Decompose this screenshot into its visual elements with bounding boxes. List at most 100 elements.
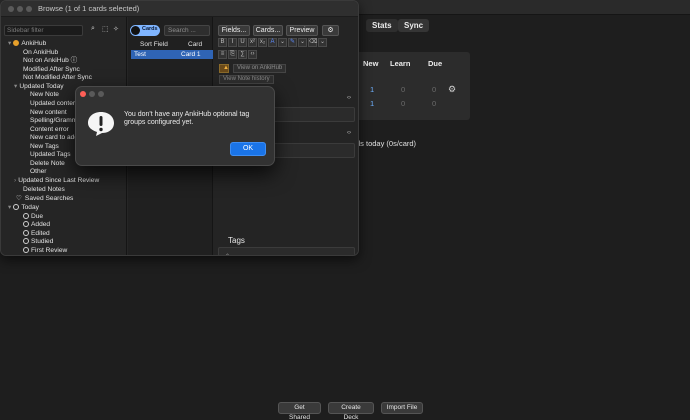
studied-today-text: ds today (0s/card) [356,139,417,148]
sidebar-item-new-card-to-add[interactable]: New card to add [30,134,78,142]
sidebar-item-deleted-notes[interactable]: Deleted Notes [23,186,65,194]
sidebar-item-added[interactable]: Added [23,221,50,229]
html-toggle-icon[interactable]: ‹› [347,130,351,136]
deck-row-2-due: 0 [432,99,437,108]
highlight-icon[interactable]: ✎ [288,38,297,47]
view-on-ankihub-button[interactable]: View on AnkiHub [233,64,287,73]
sidebar-item-label: Updated Since Last Review [18,177,100,184]
sidebar-item-first-review[interactable]: First Review [23,247,67,255]
sidebar-item-not-modified-after-sync[interactable]: Not Modified After Sync [23,74,92,82]
expand-arrow-icon[interactable]: ▾ [8,40,11,47]
editor-settings-gear-icon[interactable]: ⚙ [322,25,339,36]
wand-tool-icon[interactable]: ✧ [113,25,119,33]
deck-header-new: New [363,59,379,68]
sidebar-item-today[interactable]: ▾ Today [8,204,39,212]
sidebar-item-on-ankihub[interactable]: On AnkiHub [23,49,58,57]
create-deck-button[interactable]: Create Deck [328,402,374,420]
sidebar-item-spelling-grammar[interactable]: Spelling/Gramm [30,117,77,125]
zoom-window-button[interactable] [26,6,32,12]
table-cell-sort-field: Test [134,51,146,58]
sidebar-item-updated-since-last-review[interactable]: › Updated Since Last Review [14,177,99,185]
html-editor-icon[interactable]: ‹› [248,50,257,59]
bold-icon[interactable]: B [218,38,227,47]
more-format-icon[interactable]: ⌄ [318,38,327,47]
italic-icon[interactable]: I [228,38,237,47]
sidebar-item-new-content[interactable]: New content [30,109,67,117]
minimize-window-button[interactable] [17,6,23,12]
sidebar-item-label: AnkiHub [21,40,47,47]
underline-icon[interactable]: U [238,38,247,47]
search-input[interactable]: Search ... [164,25,210,36]
tag-icon: ⌂ [225,251,230,256]
sidebar-filter-input[interactable]: Sidebar filter [4,25,83,36]
sidebar-item-label: First Review [31,247,68,254]
mathjax-icon[interactable]: ∑ [238,50,247,59]
sidebar-item-label: Studied [31,238,54,245]
get-shared-button[interactable]: Get Shared [278,402,321,420]
clock-icon [23,221,29,227]
select-tool-icon[interactable]: ⬚ [102,25,109,33]
sidebar-item-label: Today [21,204,39,211]
dialog-minimize-button [89,91,95,97]
sidebar-item-ankihub[interactable]: ▾ AnkiHub [8,40,46,48]
list-icon[interactable]: ≡ [218,50,227,59]
sidebar-item-studied[interactable]: Studied [23,238,53,246]
deck-header-learn: Learn [390,59,411,68]
cards-button[interactable]: Cards... [253,25,283,36]
tags-input[interactable]: ⌂ [218,247,355,256]
sidebar-item-updated-today[interactable]: ▾ Updated Today [14,83,64,91]
html-toggle-icon[interactable]: ‹› [347,95,351,101]
expand-arrow-icon[interactable]: › [14,177,16,184]
close-window-button[interactable] [8,6,14,12]
subscript-icon[interactable]: x₂ [258,38,267,47]
sidebar-item-content-error[interactable]: Content error [30,126,69,134]
attach-icon[interactable]: ⎘ [228,50,237,59]
dropdown-icon[interactable]: ⌄ [278,38,287,47]
toggle-knob [131,26,140,35]
dialog-close-button[interactable] [80,91,86,97]
expand-arrow-icon[interactable]: ▾ [14,83,17,90]
clock-icon [23,247,29,253]
browse-titlebar: Browse (1 of 1 cards selected) [1,1,358,17]
ok-button[interactable]: OK [230,142,266,156]
table-row[interactable]: Test Card 1 [131,50,213,59]
sidebar-item-label: Saved Searches [24,195,74,202]
sidebar-item-label: Due [31,213,44,220]
column-header-card-type[interactable]: Card Typ [188,40,212,58]
sidebar-item-due[interactable]: Due [23,213,43,221]
superscript-icon[interactable]: x² [248,38,257,47]
import-file-button[interactable]: Import File [381,402,423,414]
text-color-icon[interactable]: A [268,38,277,47]
expand-arrow-icon[interactable]: ▾ [8,204,11,211]
deck-row-1-due: 0 [432,85,437,94]
ankihub-logo-icon[interactable]: ▲ [219,64,229,73]
sync-button[interactable]: Sync [398,19,430,32]
preview-button[interactable]: Preview [286,25,318,36]
eraser-icon[interactable]: ⌫ [308,38,317,47]
search-tool-icon[interactable]: ⌕ [91,25,95,33]
sidebar-item-edited[interactable]: Edited [23,230,50,238]
stats-button[interactable]: Stats [366,19,398,32]
sidebar-item-updated-tags[interactable]: Updated Tags [30,151,71,159]
sidebar-item-saved-searches[interactable]: ♡ Saved Searches [16,195,73,203]
alert-dialog: You don't have any AnkiHub optional tag … [75,86,275,166]
deck-options-gear-icon[interactable]: ⚙ [448,84,456,95]
column-header-sort-field[interactable]: Sort Field [140,40,168,50]
sidebar-item-other[interactable]: Other [30,168,47,176]
dialog-message: You don't have any AnkiHub optional tag … [124,111,250,126]
fields-button[interactable]: Fields... [218,25,250,36]
deck-row-1-learn: 0 [401,85,406,94]
sidebar-item-modified-after-sync[interactable]: Modified After Sync [23,66,80,74]
sidebar-item-updated-content[interactable]: Updated conter [30,100,75,108]
view-note-history-button[interactable]: View Note history [219,75,274,84]
cards-notes-toggle[interactable]: Cards [130,25,160,36]
dropdown-icon[interactable]: ⌄ [298,38,307,47]
sidebar-item-new-note[interactable]: New Note [30,91,59,99]
sidebar-item-not-on-ankihub[interactable]: Not on AnkiHub ⓘ [23,57,77,65]
toggle-label: Cards [142,26,158,32]
dialog-zoom-button [98,91,104,97]
heart-icon: ♡ [16,195,22,202]
clock-icon [13,204,20,210]
sidebar-item-delete-note[interactable]: Delete Note [30,160,65,168]
sidebar-item-new-tags[interactable]: New Tags [30,143,59,151]
